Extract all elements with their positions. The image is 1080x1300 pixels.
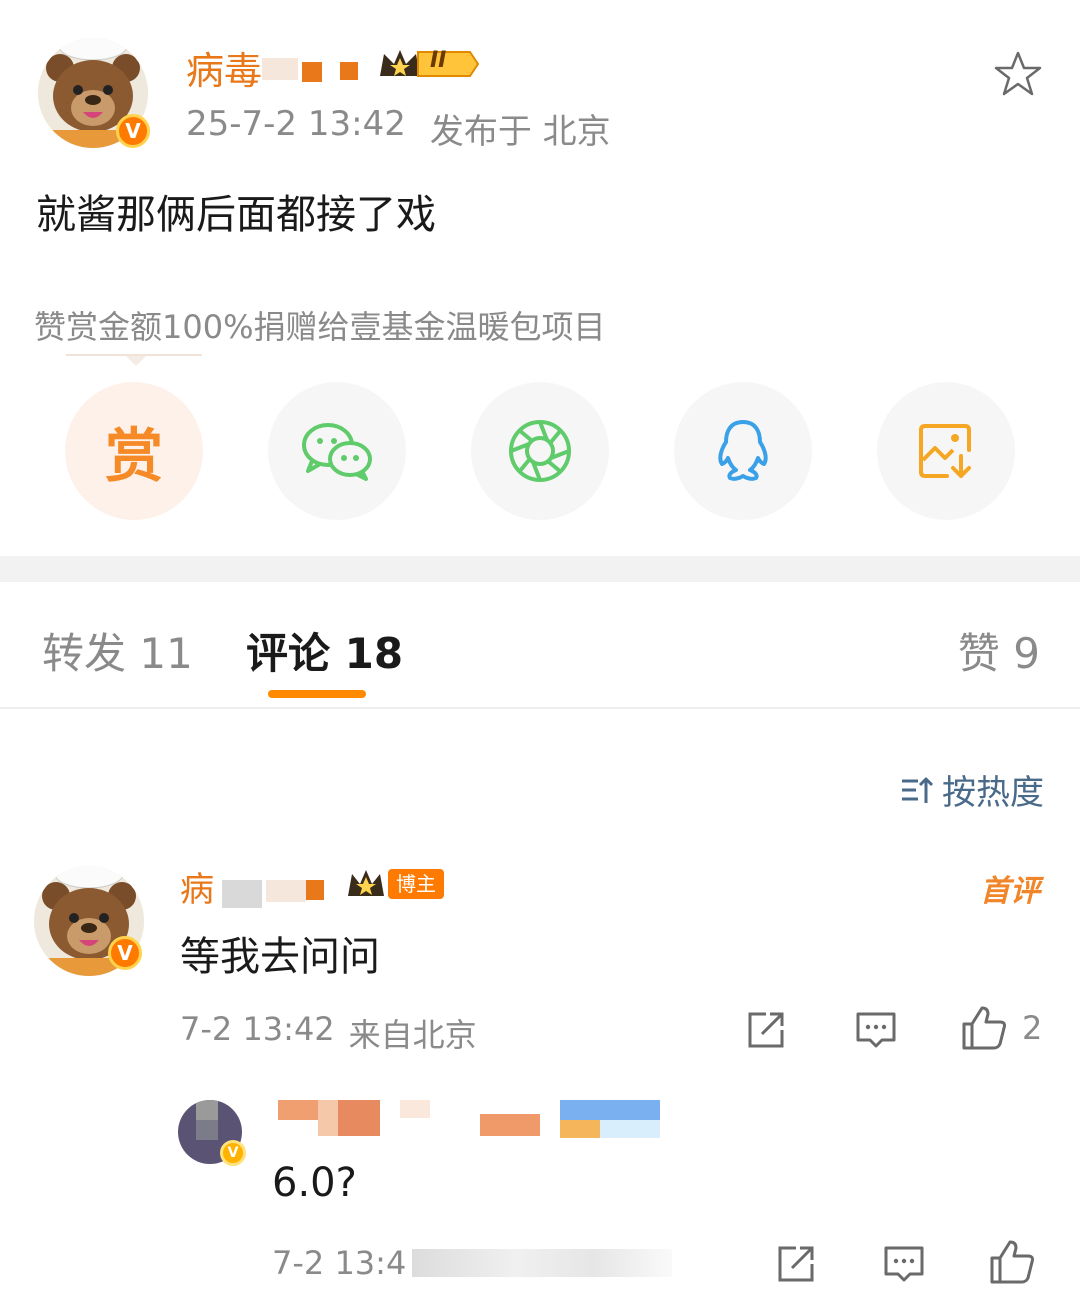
reply-text: 6.0? <box>272 1160 357 1206</box>
location-name: 北京 <box>542 112 611 152</box>
comment-time: 7-2 13:42 <box>180 1010 335 1048</box>
tab-divider <box>0 707 1080 709</box>
sort-label: 按热度 <box>942 773 1044 813</box>
active-tab-indicator <box>268 690 366 698</box>
post-meta: 25-7-2 13:42 发布于 北京 <box>186 104 611 153</box>
share-arrow-icon <box>748 1012 784 1048</box>
sort-button[interactable]: 按热度 <box>900 765 1044 814</box>
reward-note: 赞赏金额100%捐赠给壹基金温暖包项目 <box>34 308 606 346</box>
comment-author-name[interactable]: 病 <box>180 862 214 911</box>
like-count: 2 <box>1022 1009 1043 1047</box>
reward-icon: 赏 <box>104 422 163 490</box>
reply-time: 7-2 13:4 <box>272 1244 407 1282</box>
share-moments-button[interactable] <box>471 382 609 520</box>
comment-avatar[interactable]: V <box>34 866 144 976</box>
redacted-block <box>222 880 262 908</box>
save-image-button[interactable] <box>877 382 1015 520</box>
moments-icon <box>509 420 571 482</box>
qq-icon <box>718 420 768 481</box>
sort-icon <box>902 777 934 803</box>
reply-like-button[interactable] <box>988 1238 1036 1286</box>
tab-repost[interactable]: 转发 11 <box>42 620 193 681</box>
thumbs-up-icon <box>990 1240 1034 1284</box>
post-body-text: 就酱那俩后面都接了戏 <box>36 192 436 238</box>
verified-badge-icon: V <box>116 114 150 148</box>
redacted-block <box>412 1249 673 1277</box>
comment-reply-button[interactable] <box>854 1008 898 1052</box>
share-wechat-button[interactable] <box>268 382 406 520</box>
redacted-block <box>306 880 324 900</box>
crown-icon <box>380 50 480 77</box>
share-qq-button[interactable] <box>674 382 812 520</box>
first-comment-label: 首评 <box>980 874 1040 909</box>
location-prefix: 发布于 <box>429 112 532 152</box>
share-arrow-icon <box>778 1246 814 1282</box>
blogger-badge: 博主 <box>388 869 444 899</box>
favorite-star-icon[interactable] <box>994 50 1042 102</box>
redacted-block <box>266 880 306 902</box>
comment-text: 等我去问问 <box>180 934 380 980</box>
tab-comments[interactable]: 评论 18 <box>246 620 403 681</box>
tab-likes[interactable]: 赞 9 <box>958 620 1040 681</box>
redacted-block <box>340 62 358 80</box>
post-location: 发布于 北京 <box>430 104 611 153</box>
level-text: II <box>430 48 447 73</box>
section-divider <box>0 556 1080 582</box>
comment-bubble-icon <box>856 1012 896 1048</box>
verified-badge-icon: V <box>108 936 142 970</box>
redacted-block <box>262 58 298 80</box>
redacted-block <box>196 1100 218 1120</box>
post-author-name[interactable]: 病毒 <box>186 40 262 95</box>
redacted-block <box>302 62 322 82</box>
reply-username-redacted <box>272 1100 662 1138</box>
redacted-block <box>196 1120 218 1140</box>
comment-badges: 博主 <box>346 868 444 900</box>
reply-meta: 7-2 13:4 <box>272 1244 673 1282</box>
reward-button[interactable]: 赏 <box>65 382 203 520</box>
reply-comment-button[interactable] <box>882 1242 926 1286</box>
verified-badge-icon: V <box>220 1140 246 1166</box>
save-image-icon <box>919 424 971 478</box>
author-avatar[interactable]: V <box>38 38 150 148</box>
crown-icon <box>348 870 384 896</box>
thumbs-up-icon <box>962 1006 1006 1050</box>
comment-location: 来自北京 <box>348 1016 477 1054</box>
comment-bubble-icon <box>884 1246 924 1282</box>
comment-like-button[interactable]: 2 <box>960 1004 1042 1052</box>
member-level-badge[interactable]: II <box>378 46 480 82</box>
reply-share-button[interactable] <box>774 1242 818 1286</box>
pointer-triangle <box>126 356 146 366</box>
comment-meta: 7-2 13:42 来自北京 <box>180 1010 477 1056</box>
post-timestamp: 25-7-2 13:42 <box>186 104 406 144</box>
comment-share-button[interactable] <box>744 1008 788 1052</box>
wechat-icon <box>302 423 372 481</box>
